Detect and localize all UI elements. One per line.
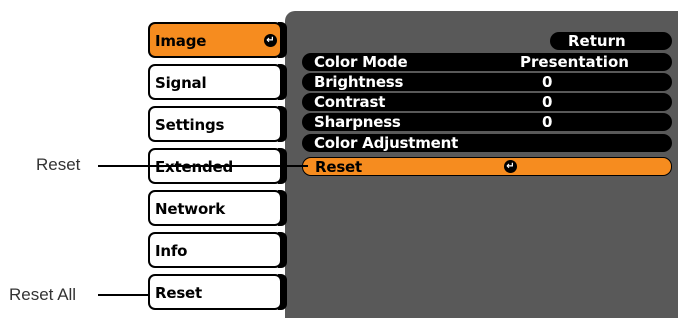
- row-label: Reset: [315, 158, 362, 176]
- submenu-row-sharpness[interactable]: Sharpness 0: [302, 113, 672, 131]
- callout-reset: Reset: [36, 155, 81, 174]
- submenu-row-contrast[interactable]: Contrast 0: [302, 93, 672, 111]
- row-value: Presentation: [520, 53, 629, 71]
- callout-reset-all: Reset All: [9, 285, 77, 304]
- submenu-row-reset[interactable]: Reset ↵: [302, 157, 672, 176]
- submenu-row-color-adjustment[interactable]: Color Adjustment: [302, 134, 672, 152]
- menu-item-label: Reset: [155, 284, 202, 302]
- menu-item-settings[interactable]: Settings: [148, 106, 282, 142]
- callout-line: [98, 294, 150, 296]
- menu-item-label: Signal: [155, 74, 207, 92]
- enter-icon: ↵: [504, 160, 517, 173]
- row-label: Color Adjustment: [314, 134, 459, 152]
- row-label: Sharpness: [314, 113, 401, 131]
- row-label: Brightness: [314, 73, 404, 91]
- row-value: 0: [542, 73, 553, 91]
- row-label: Contrast: [314, 93, 386, 111]
- submenu-row-color-mode[interactable]: Color Mode Presentation: [302, 53, 672, 71]
- row-label: Color Mode: [314, 53, 408, 71]
- menu-item-label: Extended: [155, 158, 233, 176]
- menu-item-signal[interactable]: Signal: [148, 64, 282, 100]
- return-label: Return: [568, 32, 626, 50]
- menu-item-label: Image: [155, 32, 207, 50]
- row-value: 0: [542, 113, 553, 131]
- callout-line: [98, 165, 308, 167]
- return-button[interactable]: Return: [550, 32, 672, 50]
- submenu-row-brightness[interactable]: Brightness 0: [302, 73, 672, 91]
- menu-item-network[interactable]: Network: [148, 190, 282, 226]
- menu-item-label: Settings: [155, 116, 225, 134]
- row-value: 0: [542, 93, 553, 111]
- enter-icon: ↵: [264, 34, 277, 47]
- menu-item-info[interactable]: Info: [148, 232, 282, 268]
- menu-item-image[interactable]: Image ↵: [148, 22, 282, 58]
- menu-item-label: Info: [155, 242, 188, 260]
- menu-item-reset[interactable]: Reset: [148, 274, 282, 310]
- menu-item-label: Network: [155, 200, 226, 218]
